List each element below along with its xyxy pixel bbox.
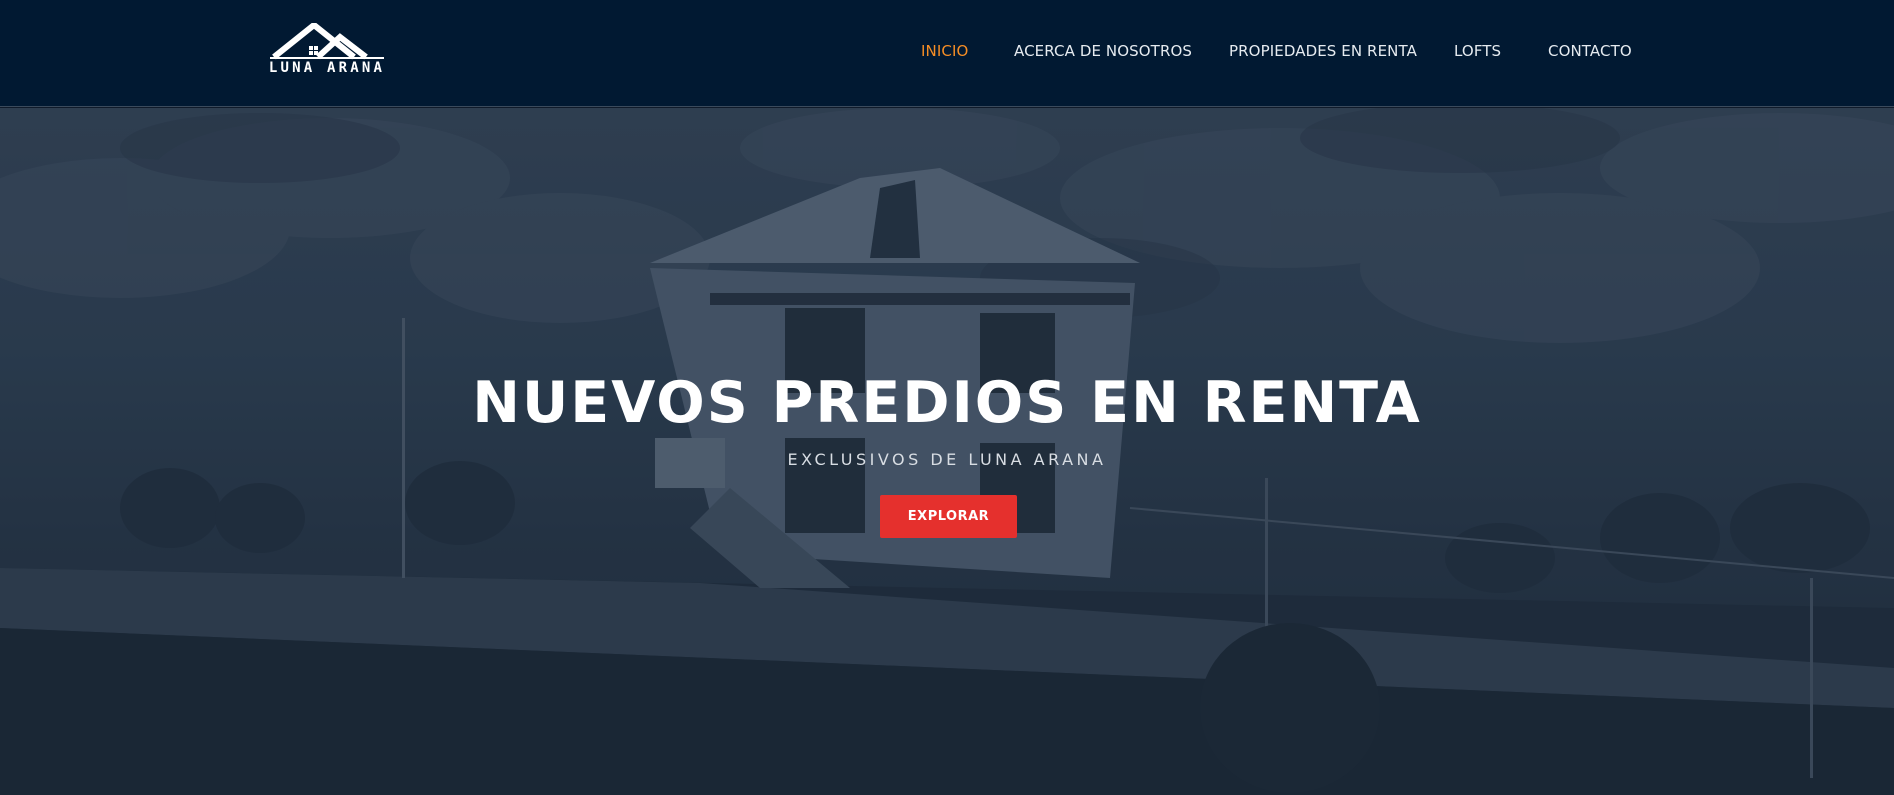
brand-logo[interactable]: LUNA ARANA [268, 23, 386, 79]
nav-item-propiedades[interactable]: PROPIEDADES EN RENTA [1229, 42, 1417, 60]
explore-button[interactable]: EXPLORAR [880, 495, 1017, 538]
hero-section: NUEVOS PREDIOS EN RENTA EXCLUSIVOS DE LU… [0, 108, 1894, 795]
nav-item-acerca[interactable]: ACERCA DE NOSOTROS [1014, 42, 1192, 60]
hero-subtitle: EXCLUSIVOS DE LUNA ARANA [787, 450, 1107, 469]
nav-item-inicio[interactable]: INICIO [921, 42, 968, 60]
house-roof-logo-icon [270, 23, 384, 60]
nav-item-lofts[interactable]: LOFTS [1454, 42, 1501, 60]
hero-title: NUEVOS PREDIOS EN RENTA [472, 370, 1422, 436]
nav-item-contacto[interactable]: CONTACTO [1548, 42, 1632, 60]
navbar: LUNA ARANA INICIO ACERCA DE NOSOTROS PRO… [0, 0, 1894, 107]
brand-name: LUNA ARANA [268, 60, 386, 76]
